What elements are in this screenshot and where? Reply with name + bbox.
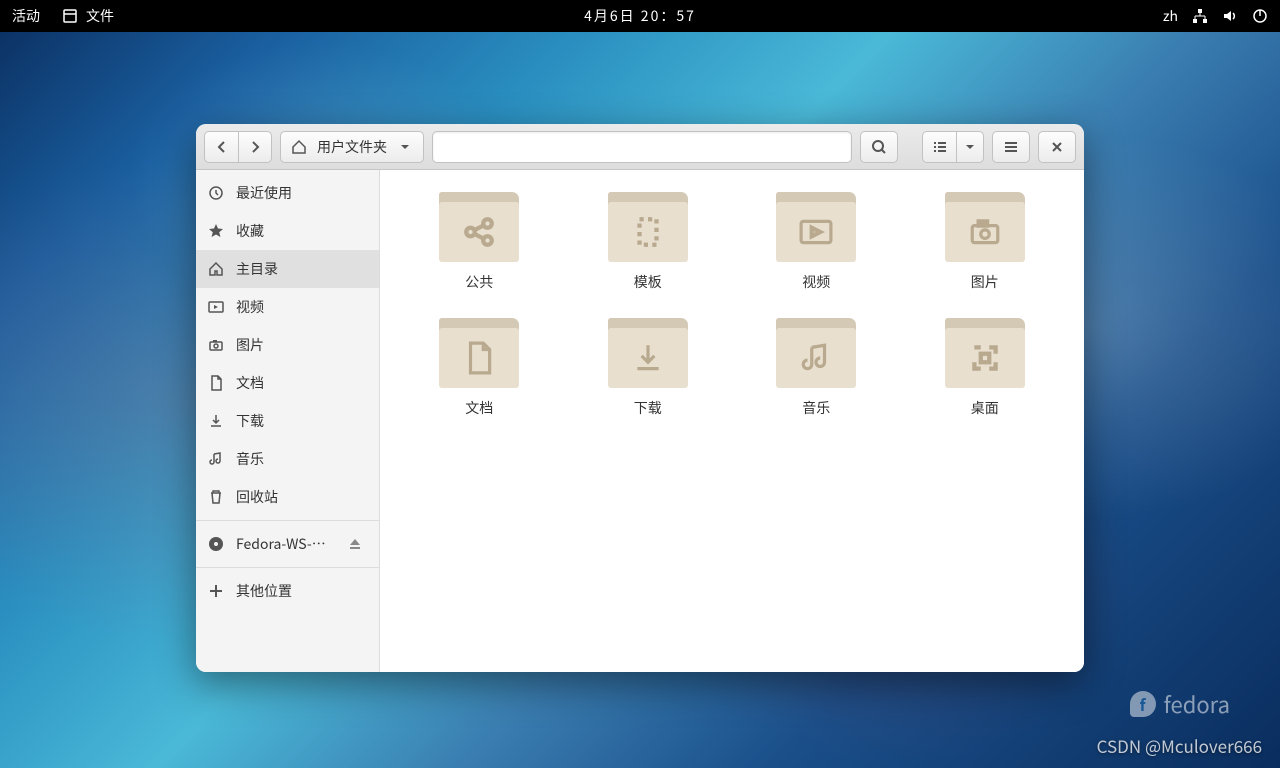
hamburger-icon: [1003, 139, 1019, 155]
folder-label: 下载: [634, 398, 662, 418]
chevron-right-icon: [247, 139, 263, 155]
sidebar-item-disk[interactable]: Fedora-WS-L…: [196, 525, 379, 563]
sidebar-item-download[interactable]: 下载: [196, 402, 379, 440]
clock-icon: [208, 185, 224, 201]
sidebar-item-label: 图片: [236, 335, 264, 355]
close-icon: [1049, 139, 1065, 155]
eject-icon: [347, 536, 363, 552]
sidebar-item-star[interactable]: 收藏: [196, 212, 379, 250]
folder-label: 模板: [634, 272, 662, 292]
eject-button[interactable]: [344, 532, 367, 556]
activities-button[interactable]: 活动: [12, 6, 40, 26]
list-view-button[interactable]: [922, 131, 956, 163]
camera-icon: [208, 337, 224, 353]
sidebar-item-clock[interactable]: 最近使用: [196, 174, 379, 212]
close-button[interactable]: [1038, 131, 1076, 163]
folder-icon: [439, 318, 519, 388]
input-method-indicator[interactable]: zh: [1163, 6, 1178, 26]
folder-label: 桌面: [971, 398, 999, 418]
app-menu-label: 文件: [86, 6, 114, 26]
folder-video[interactable]: 视频: [747, 192, 886, 292]
star-icon: [208, 223, 224, 239]
folder-template[interactable]: 模板: [579, 192, 718, 292]
watermark: CSDN @Mculover666: [1097, 733, 1262, 758]
sidebar-item-home[interactable]: 主目录: [196, 250, 379, 288]
sidebar-item-label: 主目录: [236, 259, 278, 279]
pathbar[interactable]: 用户文件夹: [280, 131, 424, 163]
folder-label: 视频: [802, 272, 830, 292]
folder-camera[interactable]: 图片: [916, 192, 1055, 292]
home-icon: [291, 139, 307, 155]
forward-button[interactable]: [238, 131, 272, 163]
headerbar: 用户文件夹: [196, 124, 1084, 170]
folder-desktop[interactable]: 桌面: [916, 318, 1055, 418]
folder-icon: [945, 192, 1025, 262]
volume-icon[interactable]: [1222, 8, 1238, 24]
sidebar-item-video[interactable]: 视频: [196, 288, 379, 326]
sidebar-item-other-locations[interactable]: 其他位置: [196, 572, 379, 610]
folder-icon: [608, 318, 688, 388]
app-menu[interactable]: 文件: [62, 6, 114, 26]
disc-icon: [208, 536, 224, 552]
folder-icon: [439, 192, 519, 262]
folder-grid[interactable]: 公共 模板 视频 图片 文档 下载 音乐: [380, 170, 1084, 672]
sidebar-item-label: 视频: [236, 297, 264, 317]
power-icon[interactable]: [1252, 8, 1268, 24]
top-panel: 活动 文件 4月6日 20：57 zh: [0, 0, 1280, 32]
sidebar-item-label: 收藏: [236, 221, 264, 241]
hamburger-menu-button[interactable]: [992, 131, 1030, 163]
folder-label: 文档: [465, 398, 493, 418]
view-options-button[interactable]: [956, 131, 984, 163]
folder-music[interactable]: 音乐: [747, 318, 886, 418]
sidebar-item-label: 下载: [236, 411, 264, 431]
folder-label: 公共: [465, 272, 493, 292]
location-entry[interactable]: [432, 131, 852, 163]
list-icon: [932, 139, 948, 155]
folder-download[interactable]: 下载: [579, 318, 718, 418]
music-icon: [208, 451, 224, 467]
folder-label: 图片: [971, 272, 999, 292]
folder-icon: [776, 192, 856, 262]
folder-share[interactable]: 公共: [410, 192, 549, 292]
sidebar-item-music[interactable]: 音乐: [196, 440, 379, 478]
folder-icon: [608, 192, 688, 262]
file-manager-window: 用户文件夹 最近使用收藏主目录视频图片文档下载音乐回收站 Fedora-WS-L…: [196, 124, 1084, 672]
sidebar-item-label: Fedora-WS-L…: [236, 534, 332, 554]
chevron-down-icon: [962, 139, 978, 155]
sidebar-item-label: 音乐: [236, 449, 264, 469]
folder-document[interactable]: 文档: [410, 318, 549, 418]
sidebar-item-document[interactable]: 文档: [196, 364, 379, 402]
sidebar-separator: [196, 567, 379, 568]
home-icon: [208, 261, 224, 277]
sidebar-item-trash[interactable]: 回收站: [196, 478, 379, 516]
search-button[interactable]: [860, 131, 898, 163]
sidebar: 最近使用收藏主目录视频图片文档下载音乐回收站 Fedora-WS-L… 其他位置: [196, 170, 380, 672]
network-icon[interactable]: [1192, 8, 1208, 24]
chevron-left-icon: [214, 139, 230, 155]
files-app-icon: [62, 8, 78, 24]
fedora-logo: f fedora: [1130, 688, 1230, 720]
search-icon: [871, 139, 887, 155]
download-icon: [208, 413, 224, 429]
document-icon: [208, 375, 224, 391]
sidebar-item-camera[interactable]: 图片: [196, 326, 379, 364]
sidebar-item-label: 文档: [236, 373, 264, 393]
video-icon: [208, 299, 224, 315]
trash-icon: [208, 489, 224, 505]
dropdown-icon: [397, 139, 413, 155]
fedora-bubble-icon: f: [1130, 691, 1156, 717]
folder-icon: [776, 318, 856, 388]
sidebar-item-label: 其他位置: [236, 581, 292, 601]
back-button[interactable]: [204, 131, 238, 163]
sidebar-separator: [196, 520, 379, 521]
folder-label: 音乐: [802, 398, 830, 418]
sidebar-item-label: 最近使用: [236, 183, 292, 203]
clock[interactable]: 4月6日 20：57: [584, 6, 696, 26]
fedora-text: fedora: [1164, 688, 1230, 720]
plus-icon: [208, 583, 224, 599]
pathbar-label: 用户文件夹: [317, 137, 387, 157]
sidebar-item-label: 回收站: [236, 487, 278, 507]
folder-icon: [945, 318, 1025, 388]
